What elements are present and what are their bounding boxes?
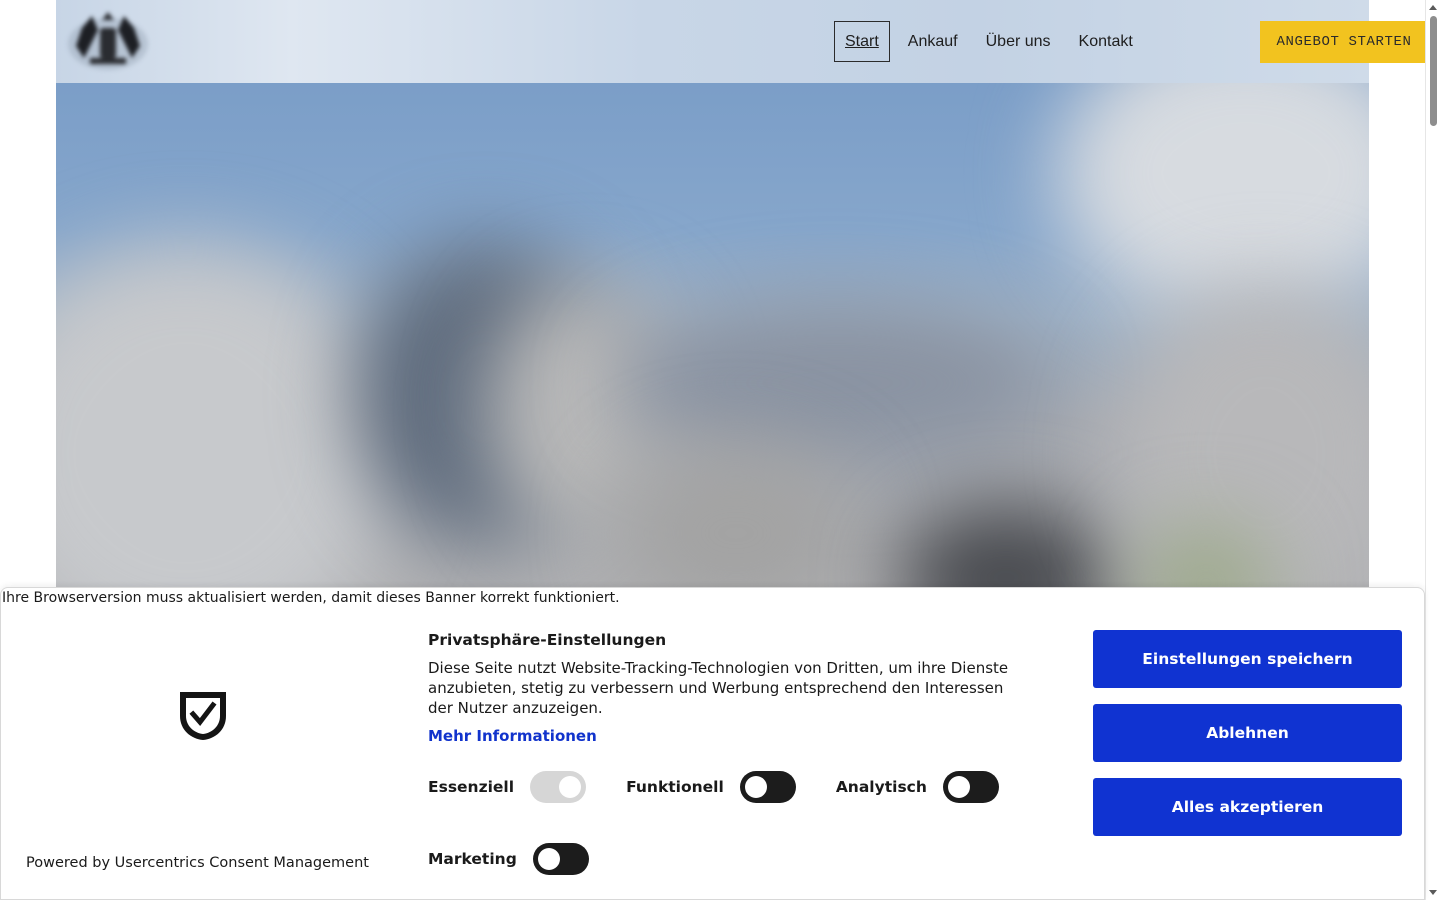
cta-angebot-starten-button[interactable]: ANGEBOT STARTEN [1260,21,1425,63]
main-nav: Start Ankauf Über uns Kontakt [834,21,1151,62]
toggle-analytisch: Analytisch [836,771,999,803]
switch-essenziell [530,771,587,803]
toggle-label-marketing: Marketing [428,850,517,868]
shield-check-icon [180,692,226,740]
logo[interactable] [62,6,154,76]
nav-start[interactable]: Start [834,21,890,62]
powered-by-text: Powered by Usercentrics Consent Manageme… [26,855,369,871]
switch-funktionell[interactable] [739,771,796,803]
accept-all-button[interactable]: Alles akzeptieren [1093,778,1402,836]
consent-content: Privatsphäre-Einstellungen Diese Seite n… [428,630,1048,746]
toggle-label-funktionell: Funktionell [626,778,724,796]
switch-marketing[interactable] [532,843,589,875]
deny-button[interactable]: Ablehnen [1093,704,1402,762]
scroll-up-arrow-icon[interactable] [1429,5,1437,10]
scroll-thumb[interactable] [1430,16,1437,126]
page-scrollbar[interactable] [1425,0,1440,900]
nav-kontakt[interactable]: Kontakt [1069,21,1143,62]
more-info-link[interactable]: Mehr Informationen [428,726,597,746]
switch-analytisch[interactable] [942,771,999,803]
toggle-marketing: Marketing [428,843,589,875]
site-header: Start Ankauf Über uns Kontakt ANGEBOT ST… [56,0,1425,83]
toggle-row-2: Marketing [428,843,629,875]
consent-title: Privatsphäre-Einstellungen [428,631,667,649]
toggle-label-analytisch: Analytisch [835,778,927,796]
toggle-label-essenziell: Essenziell [428,778,515,796]
nav-ueber-uns[interactable]: Über uns [976,21,1061,62]
toggle-row-1: Essenziell Funktionell Analytisch [428,771,1039,803]
consent-description: Diese Seite nutzt Website-Tracking-Techn… [428,659,1009,717]
save-settings-button[interactable]: Einstellungen speichern [1093,630,1402,688]
toggle-funktionell: Funktionell [626,771,796,803]
browser-warning-text: Ihre Browserversion muss aktualisiert we… [2,590,620,606]
hero-image [56,83,1369,603]
toggle-essenziell: Essenziell [428,771,587,803]
consent-banner: Ihre Browserversion muss aktualisiert we… [0,587,1425,900]
scroll-down-arrow-icon[interactable] [1429,890,1437,895]
nav-ankauf[interactable]: Ankauf [898,21,968,62]
